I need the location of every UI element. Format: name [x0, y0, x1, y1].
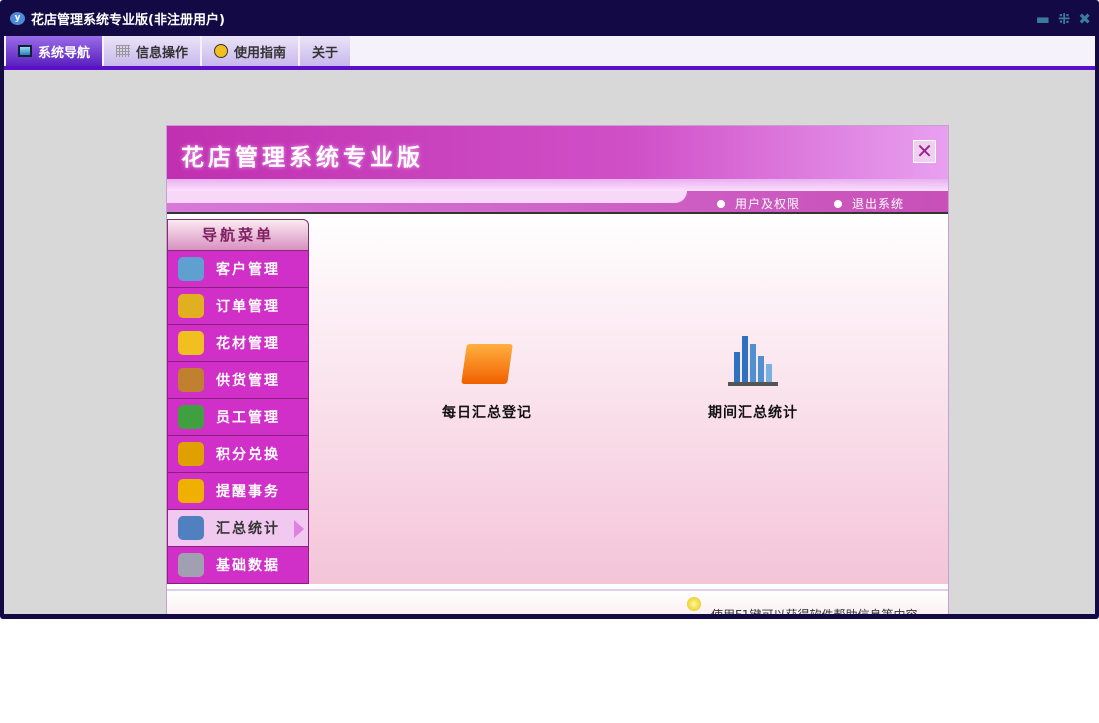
tab-about[interactable]: 关于 — [300, 36, 353, 66]
nav-item-label: 供货管理 — [216, 373, 280, 389]
help-icon — [214, 44, 229, 58]
rss-icon — [178, 479, 204, 503]
title-bar: y 花店管理系统专业版(非注册用户) ▬ ⁜ ✖ — [0, 0, 1099, 36]
bulb-icon — [687, 597, 701, 611]
customer-icon — [178, 257, 204, 281]
nav-item-3[interactable]: 供货管理 — [167, 362, 309, 399]
nav-item-label: 员工管理 — [216, 410, 280, 426]
status-footer: 使用F1键可以获得软件帮助信息等内容 — [167, 589, 948, 614]
tab-label: 关于 — [312, 45, 339, 61]
tab-label: 信息操作 — [136, 45, 189, 61]
panel-title: 花店管理系统专业版 — [181, 145, 424, 171]
link-label: 用户及权限 — [734, 197, 800, 211]
header-strip — [167, 179, 948, 191]
nav-item-7[interactable]: 汇总统计 — [167, 510, 309, 547]
nav-item-1[interactable]: 订单管理 — [167, 288, 309, 325]
tab-label: 使用指南 — [234, 45, 287, 61]
nav-item-6[interactable]: 提醒事务 — [167, 473, 309, 510]
close-icon[interactable]: ✖ — [1078, 10, 1091, 28]
gear-icon — [178, 553, 204, 577]
panel-header: 花店管理系统专业版 ✕ — [167, 126, 948, 179]
app-logo-icon: y — [10, 11, 25, 25]
nav-sidebar: 导航菜单 客户管理订单管理花材管理供货管理员工管理积分兑换提醒事务汇总统计基础数… — [167, 219, 309, 584]
nav-header: 导航菜单 — [167, 219, 309, 251]
nav-item-0[interactable]: 客户管理 — [167, 251, 309, 288]
link-label: 退出系统 — [851, 197, 904, 211]
tab-info-ops[interactable]: 信息操作 — [104, 36, 203, 66]
monitor-icon — [18, 45, 32, 57]
tab-label: 系统导航 — [38, 45, 91, 61]
nav-item-8[interactable]: 基础数据 — [167, 547, 309, 584]
nav-item-label: 基础数据 — [216, 558, 280, 574]
coins-icon — [178, 442, 204, 466]
window-title: 花店管理系统专业版(非注册用户) — [31, 12, 225, 28]
user-permissions-link[interactable]: 用户及权限 — [716, 195, 800, 212]
users-icon — [178, 405, 204, 429]
order-icon — [178, 294, 204, 318]
link-bar: 用户及权限 退出系统 — [167, 191, 948, 214]
content-area: 导航菜单 客户管理订单管理花材管理供货管理员工管理积分兑换提醒事务汇总统计基础数… — [167, 214, 948, 584]
main-panel: 花店管理系统专业版 ✕ 用户及权限 退出系统 导航菜单 客户管理订单管理花材管理… — [166, 125, 949, 614]
star-icon — [178, 331, 204, 355]
arrow-right-icon — [294, 520, 304, 538]
bar-chart-icon — [728, 336, 778, 386]
folder-icon — [461, 344, 513, 384]
nav-item-label: 积分兑换 — [216, 447, 280, 463]
nav-item-label: 汇总统计 — [216, 521, 280, 537]
exit-system-link[interactable]: 退出系统 — [833, 195, 904, 212]
nav-item-4[interactable]: 员工管理 — [167, 399, 309, 436]
minimize-icon[interactable]: ▬ — [1036, 10, 1050, 28]
nav-item-label: 提醒事务 — [216, 484, 280, 500]
daily-summary-button[interactable]: 每日汇总登记 — [427, 344, 547, 422]
tab-guide[interactable]: 使用指南 — [202, 36, 301, 66]
period-summary-button[interactable]: 期间汇总统计 — [693, 336, 813, 422]
function-label: 每日汇总登记 — [442, 405, 532, 421]
nav-item-label: 客户管理 — [216, 262, 280, 278]
nav-item-5[interactable]: 积分兑换 — [167, 436, 309, 473]
footer-tip: 使用F1键可以获得软件帮助信息等内容 — [711, 606, 918, 614]
grid-icon — [116, 45, 131, 57]
workspace: 花店管理系统专业版 ✕ 用户及权限 退出系统 导航菜单 客户管理订单管理花材管理… — [4, 70, 1095, 614]
menu-tabs: 系统导航 信息操作 使用指南 关于 — [4, 36, 1095, 66]
box-icon — [178, 368, 204, 392]
nav-item-2[interactable]: 花材管理 — [167, 325, 309, 362]
magnifier-icon — [178, 516, 204, 540]
function-label: 期间汇总统计 — [708, 405, 798, 421]
tab-system-nav[interactable]: 系统导航 — [6, 36, 105, 66]
restore-icon[interactable]: ⁜ — [1058, 10, 1071, 28]
app-window: y 花店管理系统专业版(非注册用户) ▬ ⁜ ✖ 系统导航 信息操作 使用指南 … — [0, 0, 1099, 619]
close-panel-button[interactable]: ✕ — [913, 140, 936, 163]
nav-item-label: 订单管理 — [216, 299, 280, 315]
nav-item-label: 花材管理 — [216, 336, 280, 352]
